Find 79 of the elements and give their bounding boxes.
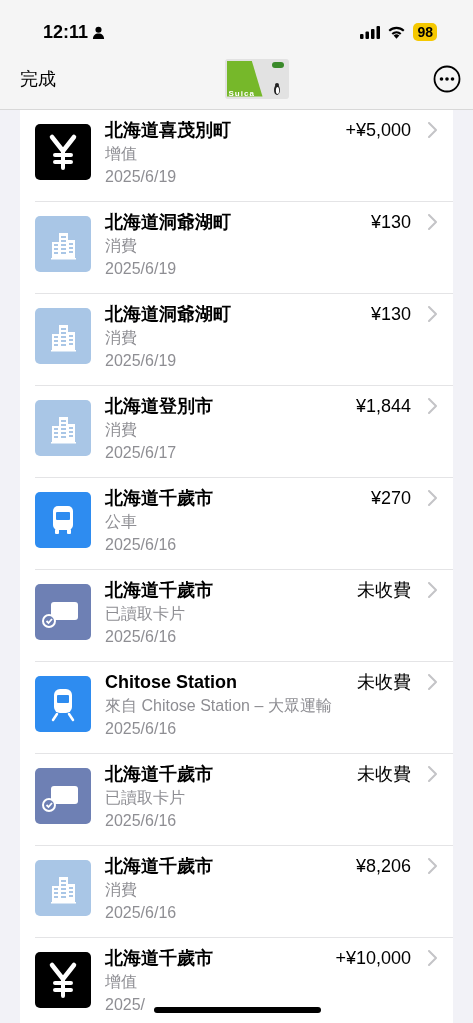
transaction-date: 2025/ <box>105 995 146 1015</box>
transaction-row[interactable]: 北海道洞爺湖町 消費 2025/6/19 ¥130 <box>35 202 453 294</box>
transaction-type: 公車 <box>105 512 137 532</box>
transaction-type: 增值 <box>105 144 137 164</box>
transaction-type: 來自 Chitose Station – 大眾運輸 <box>105 696 332 716</box>
chevron-icon <box>428 490 437 506</box>
transaction-date: 2025/6/17 <box>105 443 177 463</box>
transaction-date: 2025/6/16 <box>105 903 177 923</box>
merchant-name: 北海道千歲市 <box>105 855 213 878</box>
merchant-name: Chitose Station <box>105 671 237 694</box>
amount-text: 未收費 <box>357 763 411 786</box>
chevron-icon <box>428 858 437 874</box>
chevron-icon <box>428 674 437 690</box>
amount-text: ¥1,844 <box>355 395 411 418</box>
yen-icon <box>35 124 91 180</box>
transaction-row[interactable]: 北海道千歲市 消費 2025/6/16 ¥8,206 <box>35 846 453 938</box>
transaction-date: 2025/6/19 <box>105 351 177 371</box>
person-icon <box>92 25 106 39</box>
transaction-row[interactable]: 北海道千歲市 公車 2025/6/16 ¥270 <box>35 478 453 570</box>
amount-text: ¥130 <box>370 211 411 234</box>
transaction-row[interactable]: 北海道登別市 消費 2025/6/17 ¥1,844 <box>35 386 453 478</box>
transaction-date: 2025/6/16 <box>105 535 177 555</box>
card-read-icon <box>35 768 91 824</box>
merchant-name: 北海道千歲市 <box>105 763 213 786</box>
merchant-name: 北海道洞爺湖町 <box>105 211 231 234</box>
bus-icon <box>35 492 91 548</box>
transaction-row[interactable]: 北海道千歲市 已讀取卡片 2025/6/16 未收費 <box>35 570 453 662</box>
more-button[interactable] <box>433 64 461 93</box>
transaction-row[interactable]: 北海道洞爺湖町 消費 2025/6/19 ¥130 <box>35 294 453 386</box>
merchant-name: 北海道登別市 <box>105 395 213 418</box>
chevron-icon <box>428 950 437 966</box>
transaction-row[interactable]: 北海道喜茂別町 增值 2025/6/19 +¥5,000 <box>35 110 453 202</box>
transaction-date: 2025/6/16 <box>105 811 177 831</box>
transaction-date: 2025/6/19 <box>105 259 177 279</box>
wifi-icon <box>387 25 407 39</box>
merchant-name: 北海道洞爺湖町 <box>105 303 231 326</box>
chevron-icon <box>428 582 437 598</box>
chevron-icon <box>428 214 437 230</box>
transaction-type: 消費 <box>105 880 137 900</box>
merchant-name: 北海道千歲市 <box>105 947 213 970</box>
amount-text: 未收費 <box>357 579 411 602</box>
merchant-name: 北海道千歲市 <box>105 579 213 602</box>
merchant-name: 北海道喜茂別町 <box>105 119 231 142</box>
status-time: 12:11 <box>43 21 89 43</box>
transaction-row[interactable]: 北海道千歲市 已讀取卡片 2025/6/16 未收費 <box>35 754 453 846</box>
buildings-icon <box>35 308 91 364</box>
battery-level: 98 <box>413 23 437 41</box>
amount-text: ¥270 <box>370 487 411 510</box>
amount-text: +¥5,000 <box>345 119 411 142</box>
amount-text: ¥8,206 <box>355 855 411 878</box>
buildings-icon <box>35 216 91 272</box>
done-button[interactable]: 完成 <box>20 66 56 91</box>
amount-text: 未收費 <box>357 671 411 694</box>
train-icon <box>35 676 91 732</box>
transaction-type: 消費 <box>105 236 137 256</box>
amount-text: ¥130 <box>370 303 411 326</box>
card-read-icon <box>35 584 91 640</box>
chevron-icon <box>428 122 437 138</box>
transaction-date: 2025/6/16 <box>105 719 177 739</box>
chevron-icon <box>428 398 437 414</box>
penguin-icon <box>271 81 282 96</box>
transaction-row[interactable]: Chitose Station 來自 Chitose Station – 大眾運輸 2025/6/16 未收費 <box>35 662 453 754</box>
transaction-type: 已讀取卡片 <box>105 788 185 808</box>
card-logo-text: Suica <box>228 88 255 98</box>
merchant-name: 北海道千歲市 <box>105 487 213 510</box>
transaction-type: 增值 <box>105 972 137 992</box>
buildings-icon <box>35 400 91 456</box>
transaction-date: 2025/6/19 <box>105 167 177 187</box>
chevron-icon <box>428 306 437 322</box>
chevron-icon <box>428 766 437 782</box>
yen-icon <box>35 952 91 1008</box>
transaction-type: 已讀取卡片 <box>105 604 185 624</box>
transaction-date: 2025/6/16 <box>105 627 177 647</box>
amount-text: +¥10,000 <box>335 947 411 970</box>
signal-icon <box>360 25 381 39</box>
buildings-icon <box>35 860 91 916</box>
transaction-type: 消費 <box>105 420 137 440</box>
transaction-row[interactable]: 北海道千歲市 增值 2025/ +¥10,000 <box>35 938 453 1023</box>
transaction-type: 消費 <box>105 328 137 348</box>
